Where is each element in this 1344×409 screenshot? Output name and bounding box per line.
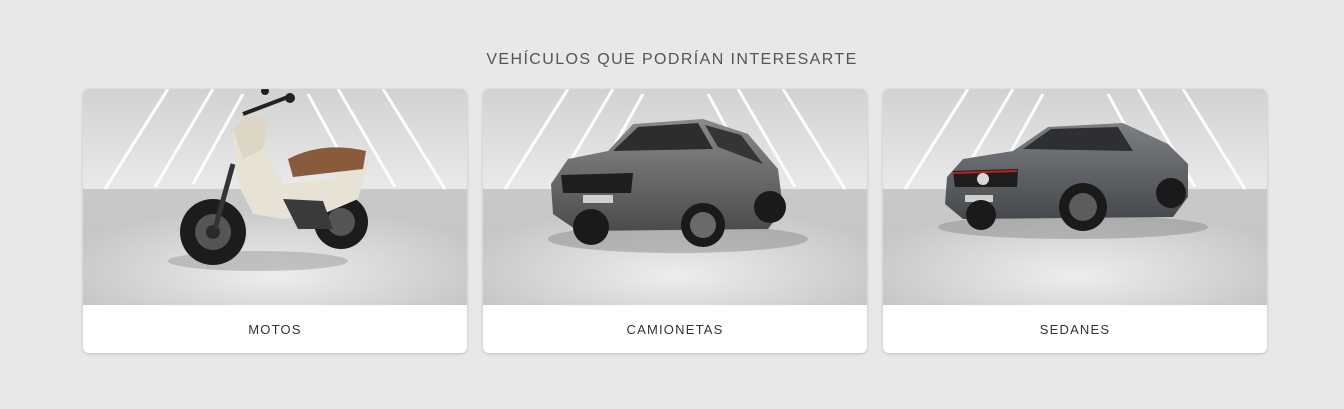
card-label-camionetas[interactable]: CAMIONETAS (483, 305, 867, 353)
card-motos[interactable]: MOTOS (83, 89, 467, 353)
card-camionetas[interactable]: CAMIONETAS (483, 89, 867, 353)
vehicles-section: VEHÍCULOS QUE PODRÍAN INTERESARTE MOTOS … (0, 0, 1344, 409)
motorcycle-image[interactable] (83, 89, 467, 305)
card-label-sedanes[interactable]: SEDANES (883, 305, 1267, 353)
vehicle-cards: MOTOS CAMIONETAS SEDANES (83, 89, 1267, 353)
card-label-motos[interactable]: MOTOS (83, 305, 467, 353)
sedan-image[interactable] (883, 89, 1267, 305)
suv-image[interactable] (483, 89, 867, 305)
card-sedanes[interactable]: SEDANES (883, 89, 1267, 353)
section-title: VEHÍCULOS QUE PODRÍAN INTERESARTE (486, 51, 858, 68)
